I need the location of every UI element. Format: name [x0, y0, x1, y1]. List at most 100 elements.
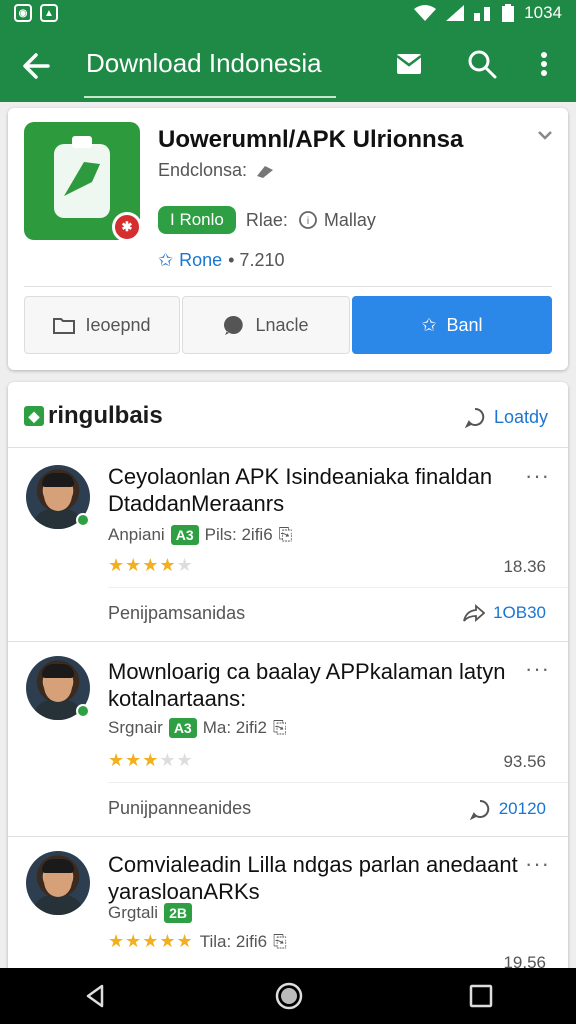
item-footer-value: 1OB30	[493, 603, 546, 622]
file-icon: ⎘	[273, 931, 287, 951]
language-info: i Mallay	[298, 210, 376, 231]
item-title: Comvialeadin Lilla ndgas parlan anedaant…	[108, 852, 518, 904]
item-meta-secondary: ★★★★★ Tila: 2ifi6 ⎘	[108, 931, 287, 952]
online-indicator	[76, 513, 90, 527]
open-button[interactable]: Ieoepnd	[24, 296, 180, 354]
share-icon	[463, 604, 486, 622]
item-footer-label: Penijpamsanidas	[108, 603, 246, 623]
star-outline-icon: ✩	[158, 250, 174, 270]
install-button-label: Banl	[446, 314, 483, 335]
category-pill[interactable]: I Ronlo	[158, 206, 236, 234]
item-meta: Grgtali 2B	[108, 903, 192, 923]
item-title: Ceyolaonlan APK Isindeaniaka finaldan Dt…	[108, 464, 493, 516]
item-meta: Srgnair A3 Ma: 2ifi2 ⎘	[108, 718, 287, 738]
developer-name: Endclonsa:	[158, 160, 248, 180]
nav-recents-icon[interactable]	[468, 983, 494, 1009]
divider	[108, 587, 568, 588]
status-time: 1034	[524, 3, 562, 22]
chat-icon	[224, 315, 244, 335]
file-icon: ⎘	[272, 718, 287, 737]
language-value: Mallay	[323, 209, 376, 230]
more-horiz-icon[interactable]: ···	[525, 463, 550, 489]
list-item[interactable]: Ceyolaonlan APK Isindeaniaka finaldan Dt…	[8, 449, 568, 642]
search-icon[interactable]	[466, 48, 498, 80]
item-footer-value: 20120	[498, 799, 546, 818]
divider	[24, 286, 552, 287]
folder-icon	[53, 318, 76, 334]
item-date: Tila: 2ifi6	[199, 931, 268, 951]
chevron-down-icon[interactable]	[536, 126, 554, 144]
list-item[interactable]: Comvialeadin Lilla ndgas parlan anedaant…	[8, 837, 568, 982]
item-date: Pils: 2ifi6	[204, 525, 273, 544]
status-right: 1034	[414, 3, 562, 23]
file-icon: ⎘	[278, 525, 293, 544]
comment-icon	[464, 407, 485, 428]
wifi-icon	[414, 5, 437, 21]
app-bar: Download Indonesia	[0, 26, 576, 102]
list-header: ◆ ringulbais Loatdy	[8, 382, 568, 448]
battery-icon	[502, 4, 515, 22]
title-underline	[84, 96, 336, 98]
item-author: Srgnair	[108, 718, 163, 737]
nav-home-icon[interactable]	[274, 981, 304, 1011]
rating-row: ✩ Rone • 7.210	[158, 250, 284, 271]
open-button-label: Ieoepnd	[85, 314, 151, 335]
status-left: ◉ ▲	[14, 4, 58, 22]
svg-text:i: i	[307, 216, 309, 227]
comment-icon	[469, 799, 489, 820]
item-footer-action[interactable]: 1OB30	[463, 603, 546, 623]
app-card: ✱ Uowerumnl/APK Ulrionnsa Endclonsa: I R…	[8, 108, 568, 370]
share-button[interactable]: Lnacle	[182, 296, 350, 354]
item-footer-action[interactable]: 20120	[469, 798, 546, 820]
item-author: Anpiani	[108, 525, 165, 544]
app-icon: ✱	[24, 122, 142, 242]
apk-badge: 2B	[164, 903, 192, 923]
rating-count: • 7.210	[228, 250, 285, 270]
app-name: Uowerumnl/APK Ulrionnsa	[158, 126, 464, 153]
signal-icon	[474, 7, 491, 21]
apk-badge: A3	[168, 718, 197, 738]
item-title: Mownloarig ca baalay APPkalaman latyn ko…	[108, 659, 506, 711]
item-count: 18.36	[503, 557, 546, 576]
item-date: Ma: 2ifi2	[202, 718, 267, 737]
star-icon: ✩	[421, 314, 437, 335]
item-footer-label: Punijpanneanides	[108, 798, 252, 818]
more-vert-icon[interactable]	[528, 48, 560, 80]
status-bar: ◉ ▲ 1034	[0, 0, 576, 26]
notification-icon: ▲	[40, 4, 58, 22]
item-meta: Anpiani A3 Pils: 2ifi6 ⎘	[108, 525, 292, 545]
list-item[interactable]: Mownloarig ca baalay APPkalaman latyn ko…	[8, 642, 568, 837]
tag-row: I Ronlo Rlae: i Mallay	[158, 206, 376, 234]
page-title: Download Indonesia	[86, 48, 322, 78]
system-nav-bar	[0, 968, 576, 1024]
back-arrow-icon[interactable]	[18, 48, 54, 84]
apk-badge: A3	[170, 525, 199, 545]
brand-logo-icon: ◆	[24, 406, 44, 426]
install-button[interactable]: ✩ Banl	[352, 296, 552, 354]
online-indicator	[76, 704, 90, 718]
list-header-title: ringulbais	[48, 402, 163, 429]
app-badge-icon: ✱	[112, 212, 142, 242]
item-author: Grgtali	[108, 903, 159, 922]
review-list-card: ◆ ringulbais Loatdy Ceyolaonlan APK Isin…	[8, 382, 568, 982]
list-header-link-label: Loatdy	[493, 406, 548, 427]
nav-back-icon[interactable]	[82, 982, 110, 1010]
avatar	[26, 851, 90, 915]
star-rating: ★★★★★	[108, 750, 194, 770]
item-count: 93.56	[503, 752, 546, 771]
more-horiz-icon[interactable]: ···	[525, 656, 550, 682]
mail-icon[interactable]	[393, 48, 425, 80]
list-header-brand: ◆ ringulbais	[24, 402, 163, 430]
star-rating: ★★★★★	[108, 555, 194, 575]
divider	[108, 782, 568, 783]
verified-icon	[257, 165, 274, 178]
star-rating: ★★★★★	[108, 931, 194, 951]
language-prefix: Rlae:	[245, 209, 288, 230]
notification-icon: ◉	[14, 4, 32, 22]
share-button-label: Lnacle	[255, 314, 309, 335]
more-horiz-icon[interactable]: ···	[525, 851, 550, 877]
developer-line: Endclonsa:	[158, 160, 275, 181]
globe-icon: i	[299, 211, 317, 229]
signal-icon	[446, 5, 465, 21]
list-header-link[interactable]: Loatdy	[464, 406, 548, 428]
